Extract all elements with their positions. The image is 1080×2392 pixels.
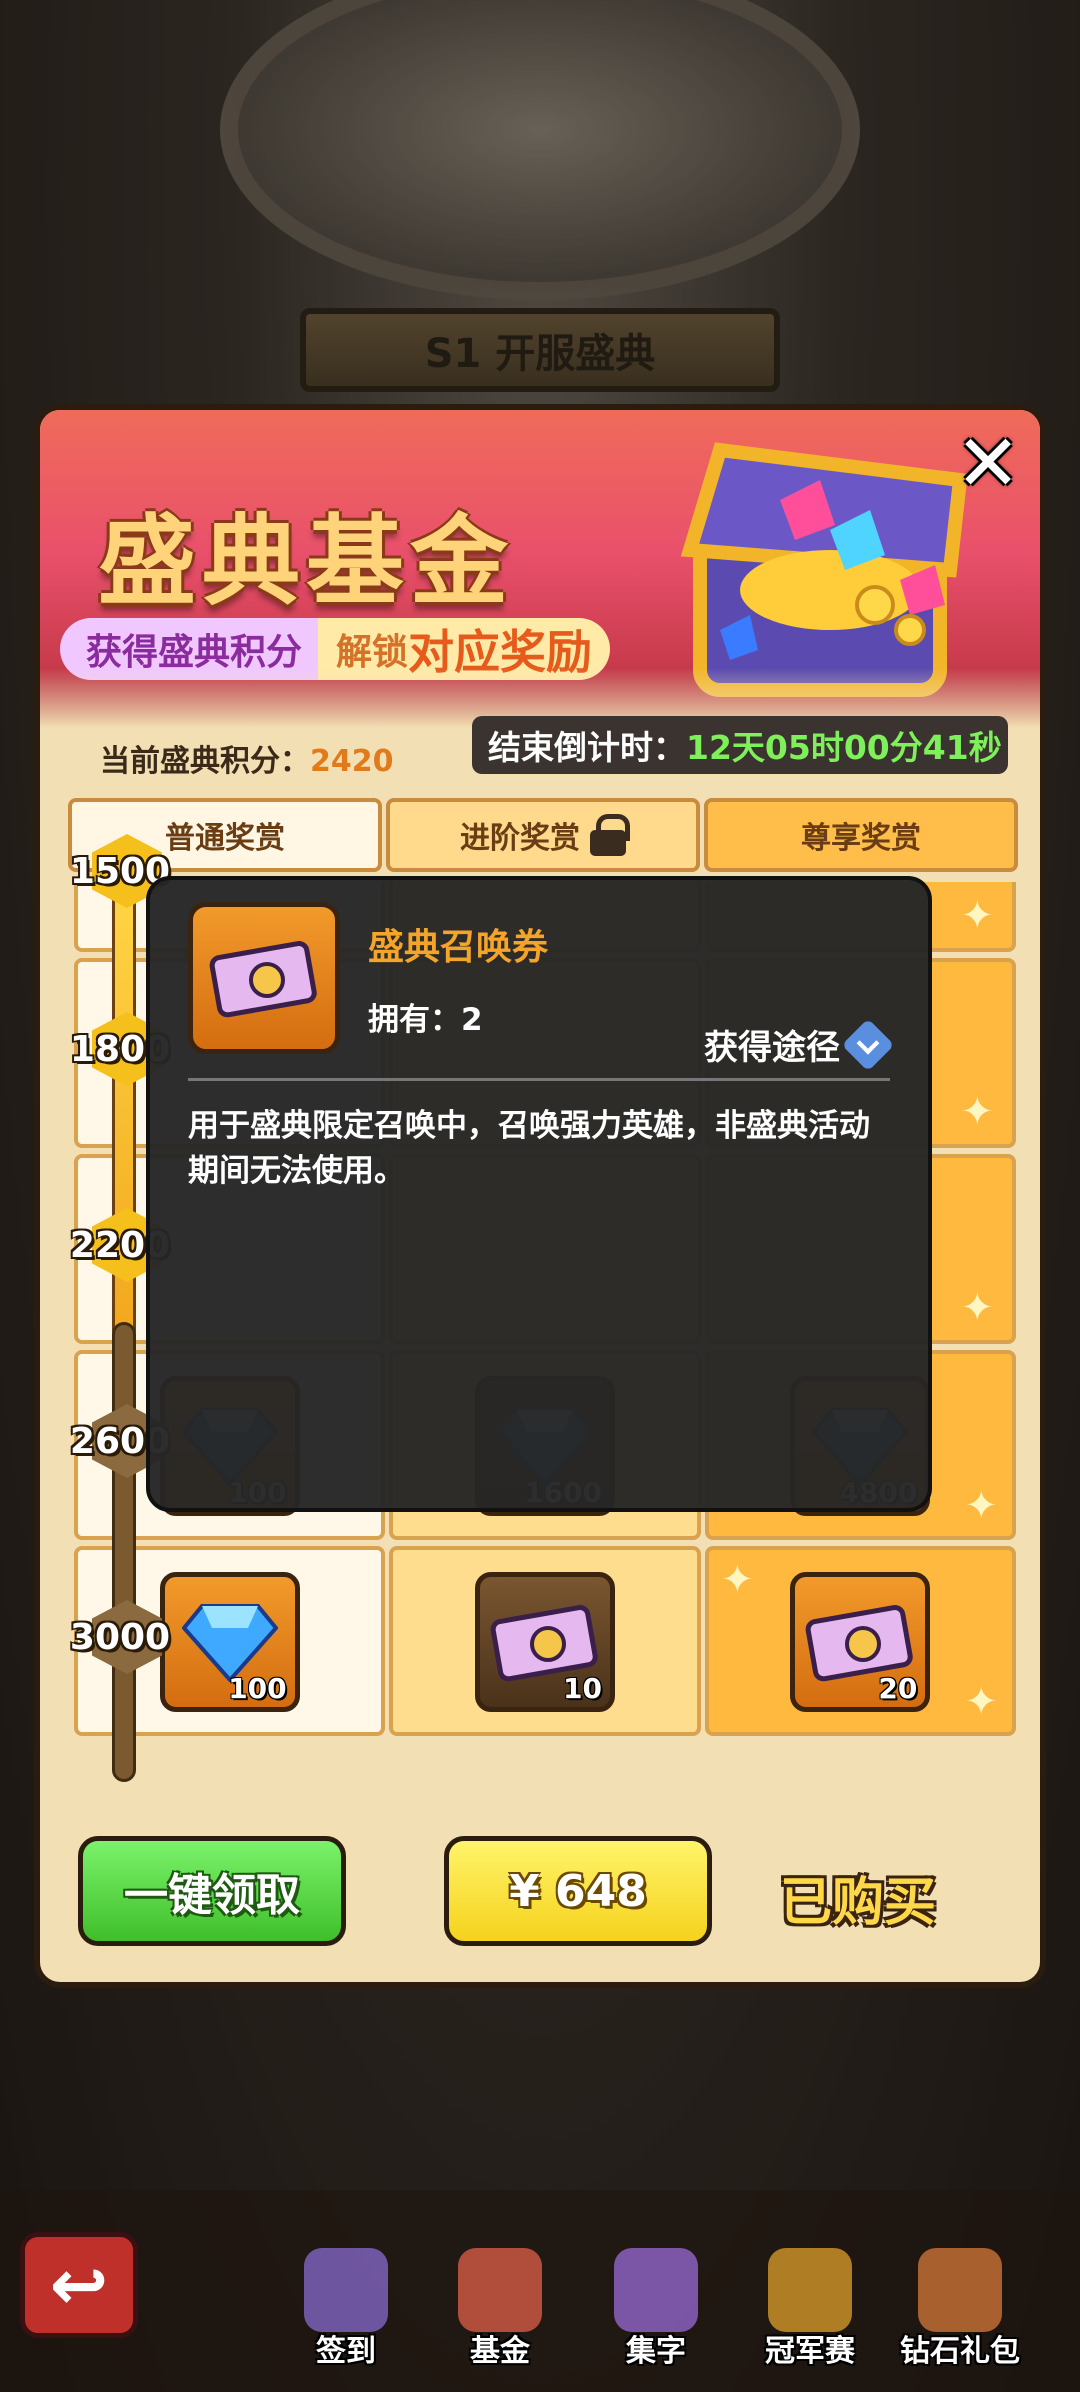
tab-normal-label: 普通奖赏: [165, 821, 285, 856]
sparkle-icon: ✦: [960, 1285, 994, 1331]
checkin-icon: [304, 2248, 388, 2332]
bottom-nav: ↩ 签到 基金 集字 冠军赛 钻石礼包: [0, 2190, 1080, 2392]
nav-label: 钻石礼包: [900, 2334, 1020, 2369]
tooltip-item-name: 盛典召唤券: [368, 927, 549, 968]
chevron-down-icon: [841, 1018, 895, 1071]
progress-empty: [112, 1322, 136, 1782]
tooltip-item-icon: [188, 902, 340, 1054]
close-button[interactable]: ✕: [948, 424, 1028, 504]
panel-header: 盛典基金 获得盛典积分 解锁 对应奖励: [40, 410, 1040, 728]
reward-row-3000: 100 10 ✦ 20 ✦: [74, 1546, 1016, 1736]
tab-premium-rewards[interactable]: 尊享奖赏: [704, 798, 1018, 872]
back-arrow-icon: ↩: [49, 2244, 109, 2326]
tooltip-description: 用于盛典限定召唤中，召唤强力英雄，非盛典活动期间无法使用。: [188, 1108, 870, 1189]
back-button[interactable]: ↩: [20, 2232, 138, 2338]
reward-item[interactable]: 100: [159, 1572, 300, 1712]
tab-advanced-label: 进阶奖赏: [460, 821, 580, 856]
tooltip-divider: [188, 1078, 890, 1081]
nav-item-checkin[interactable]: 签到: [286, 2248, 406, 2378]
reward-cell[interactable]: 10: [389, 1546, 701, 1736]
current-points: 当前盛典积分：2420: [100, 736, 394, 780]
reward-count: 100: [228, 1672, 287, 1705]
reward-item[interactable]: 10: [474, 1572, 615, 1712]
tab-premium-label: 尊享奖赏: [801, 821, 921, 856]
countdown-time: 12天05时00分41秒: [686, 728, 1002, 767]
item-tooltip: 盛典召唤券 拥有：2 获得途径 用于盛典限定召唤中，召唤强力英雄，非盛典活动期间…: [146, 876, 932, 1512]
end-countdown: 结束倒计时： 12天05时00分41秒: [472, 716, 1008, 774]
milestone-value: 3000: [69, 1616, 171, 1658]
obtain-source-label: 获得途径: [704, 1028, 840, 1068]
nav-label: 集字: [626, 2334, 686, 2369]
subtitle-unlock-rewards: 解锁 对应奖励: [318, 618, 611, 680]
obtain-source-button[interactable]: 获得途径: [704, 1018, 895, 1071]
sparkle-icon: ✦: [720, 1557, 755, 1603]
nav-item-championship[interactable]: 冠军赛: [750, 2248, 870, 2378]
tab-advanced-rewards[interactable]: 进阶奖赏: [386, 798, 700, 872]
purchase-price-button[interactable]: ¥ 648: [444, 1836, 712, 1946]
reward-cell[interactable]: ✦ 20 ✦: [704, 1546, 1016, 1736]
points-value: 2420: [310, 744, 394, 779]
nav-label: 冠军赛: [765, 2334, 855, 2369]
sparkle-icon: ✦: [960, 893, 994, 939]
claim-all-button[interactable]: 一键领取: [78, 1836, 346, 1946]
reward-tabs: 普通奖赏 进阶奖赏 尊享奖赏: [68, 798, 1018, 872]
subtitle-earn-points: 获得盛典积分: [60, 618, 319, 680]
panel-subtitle: 获得盛典积分 解锁 对应奖励: [60, 618, 611, 680]
lock-icon: [590, 814, 630, 856]
collect-words-icon: [614, 2248, 698, 2332]
nav-label: 基金: [470, 2334, 530, 2369]
panel-title: 盛典基金: [98, 505, 515, 619]
fund-icon: [458, 2248, 542, 2332]
tooltip-owned-count: 拥有：2: [368, 1002, 483, 1038]
sparkle-icon: ✦: [960, 1089, 994, 1135]
diamond-icon: [181, 1604, 278, 1682]
reward-count: 10: [563, 1672, 602, 1705]
reward-count: 20: [878, 1672, 918, 1705]
points-label: 当前盛典积分：: [100, 744, 310, 779]
sparkle-icon: ✦: [964, 1679, 998, 1725]
subtitle-unlock-prefix: 解锁: [336, 632, 409, 673]
nav-item-collect-words[interactable]: 集字: [596, 2248, 716, 2378]
subtitle-unlock-highlight: 对应奖励: [408, 625, 593, 679]
countdown-label: 结束倒计时：: [488, 728, 686, 767]
nav-item-diamond-pack[interactable]: 钻石礼包: [900, 2248, 1020, 2378]
milestone-marker: 3000: [66, 1594, 174, 1680]
championship-icon: [768, 2248, 852, 2332]
nav-item-fund[interactable]: 基金: [440, 2248, 560, 2378]
purchased-label: 已购买: [780, 1873, 937, 1933]
reward-item[interactable]: 20: [790, 1572, 931, 1712]
sparkle-icon: ✦: [964, 1483, 998, 1529]
diamond-pack-icon: [918, 2248, 1002, 2332]
ticket-icon: [209, 941, 317, 1018]
nav-label: 签到: [316, 2334, 376, 2369]
